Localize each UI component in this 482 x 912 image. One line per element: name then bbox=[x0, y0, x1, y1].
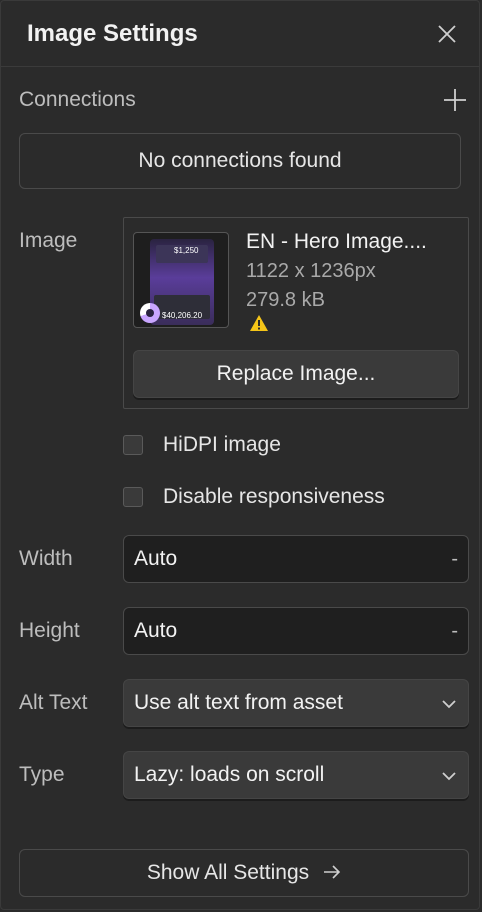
image-card: $1,250 $40,206.20 EN - Hero Image.... 11… bbox=[123, 217, 469, 409]
plus-icon[interactable] bbox=[443, 88, 467, 112]
width-value: Auto bbox=[134, 547, 178, 570]
type-select[interactable]: Lazy: loads on scroll bbox=[123, 751, 469, 799]
connections-label: Connections bbox=[19, 88, 136, 111]
image-row: Image $1,250 $40,206.20 EN - Hero Image.… bbox=[1, 217, 479, 409]
image-file-name: EN - Hero Image.... bbox=[246, 230, 427, 253]
no-connections-box[interactable]: No connections found bbox=[19, 133, 461, 189]
thumbnail-ring bbox=[140, 303, 160, 323]
hidpi-row[interactable]: HiDPI image bbox=[123, 419, 479, 471]
hidpi-label: HiDPI image bbox=[163, 433, 281, 456]
alt-text-row: Alt Text Use alt text from asset bbox=[1, 679, 479, 727]
close-icon[interactable] bbox=[435, 22, 459, 46]
thumbnail-price-top: $1,250 bbox=[174, 246, 199, 255]
alt-text-value: Use alt text from asset bbox=[134, 691, 343, 714]
height-value: Auto bbox=[134, 619, 178, 642]
disable-responsive-row[interactable]: Disable responsiveness bbox=[123, 471, 479, 523]
width-row: Width Auto - bbox=[1, 535, 479, 583]
warning-icon bbox=[249, 314, 269, 337]
alt-text-label: Alt Text bbox=[19, 691, 88, 714]
type-row: Type Lazy: loads on scroll bbox=[1, 751, 479, 799]
disable-responsive-checkbox[interactable] bbox=[123, 487, 143, 507]
disable-responsive-label: Disable responsiveness bbox=[163, 485, 385, 508]
height-row: Height Auto - bbox=[1, 607, 479, 655]
image-settings-panel: Image Settings Connections No connection… bbox=[0, 0, 480, 910]
replace-image-button[interactable]: Replace Image... bbox=[133, 350, 459, 398]
width-label: Width bbox=[19, 547, 73, 570]
show-all-settings-button[interactable]: Show All Settings bbox=[19, 849, 469, 897]
no-connections-text: No connections found bbox=[138, 149, 342, 172]
width-unit[interactable]: - bbox=[451, 548, 458, 571]
height-input[interactable]: Auto - bbox=[123, 607, 469, 655]
alt-text-select[interactable]: Use alt text from asset bbox=[123, 679, 469, 727]
thumbnail-price-bottom: $40,206.20 bbox=[162, 311, 203, 320]
image-label: Image bbox=[19, 229, 78, 252]
type-value: Lazy: loads on scroll bbox=[134, 763, 325, 786]
hidpi-checkbox[interactable] bbox=[123, 435, 143, 455]
chevron-down-icon bbox=[442, 763, 456, 787]
image-file-size: 279.8 kB bbox=[246, 289, 325, 311]
chevron-down-icon bbox=[442, 691, 456, 715]
width-input[interactable]: Auto - bbox=[123, 535, 469, 583]
panel-title: Image Settings bbox=[27, 19, 198, 47]
panel-header: Image Settings bbox=[1, 1, 479, 67]
show-all-settings-label: Show All Settings bbox=[146, 861, 310, 884]
image-meta: EN - Hero Image.... 1122 x 1236px 279.8 … bbox=[246, 230, 427, 312]
height-unit[interactable]: - bbox=[451, 620, 458, 643]
arrow-right-icon bbox=[323, 861, 341, 885]
image-dimensions: 1122 x 1236px bbox=[246, 260, 376, 282]
type-label: Type bbox=[19, 763, 65, 786]
height-label: Height bbox=[19, 619, 80, 642]
image-thumbnail[interactable]: $1,250 $40,206.20 bbox=[133, 232, 229, 328]
connections-header: Connections bbox=[1, 67, 479, 133]
